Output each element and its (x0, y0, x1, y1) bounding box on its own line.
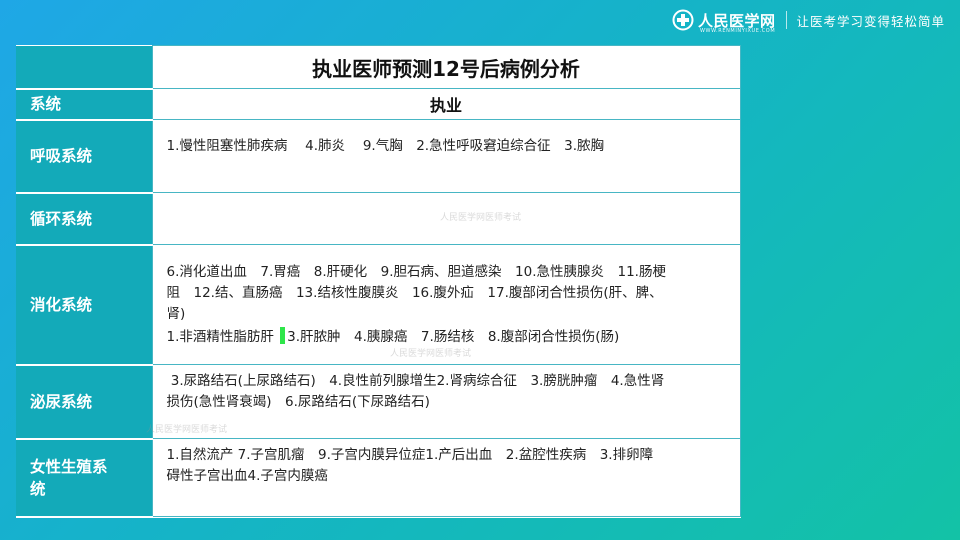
label-line: 女性生殖系 (30, 457, 108, 476)
brand-site: WWW.RENMINYIXUE.COM (700, 28, 776, 34)
table-title-row: 执业医师预测12号后病例分析 (16, 45, 741, 90)
content-line: 阻 12.结、直肠癌 13.结核性腹膜炎 16.腹外疝 17.腹部闭合性损伤(肝… (166, 284, 663, 301)
label-line: 统 (30, 479, 46, 498)
brand-header: 人民医学网 WWW.RENMINYIXUE.COM 让医考学习变得轻松简单 (672, 8, 946, 34)
content-line: 1.自然流产 7.子宫肌瘤 9.子宫内膜异位症1.产后出血 2.盆腔性疾病 3.… (166, 447, 654, 463)
brand-logo-icon (672, 9, 694, 31)
table-header-row: 系统 执业 (16, 88, 741, 121)
table-row: 呼吸系统 1.慢性阻塞性肺疾病 4.肺炎 9.气胸 2.急性呼吸窘迫综合征 3.… (16, 119, 741, 194)
content-line: 损伤(急性肾衰竭) 6.尿路结石(下尿路结石) (166, 394, 430, 410)
table-row: 消化系统 6.消化道出血 7.胃癌 8.肝硬化 9.胆石病、胆道感染 10.急性… (16, 244, 741, 366)
table-row: 女性生殖系 统 1.自然流产 7.子宫肌瘤 9.子宫内膜异位症1.产后出血 2.… (16, 438, 741, 518)
brand-divider (785, 11, 787, 29)
header-label: 系统 (16, 88, 152, 121)
title-left-blank (16, 45, 152, 90)
row-label-digestive: 消化系统 (16, 244, 152, 366)
row-label-respiratory: 呼吸系统 (16, 119, 152, 194)
content-line: 碍性子宫出血4.子宫内膜癌 (166, 468, 328, 484)
table-row: 泌尿系统 3.尿路结石(上尿路结石) 4.良性前列腺增生2.肾病综合征 3.膀胱… (16, 364, 741, 440)
row-label-circulatory: 循环系统 (16, 192, 152, 246)
table-title: 执业医师预测12号后病例分析 (151, 45, 741, 89)
content-line: 6.消化道出血 7.胃癌 8.肝硬化 9.胆石病、胆道感染 10.急性胰腺炎 1… (166, 263, 666, 280)
table-row: 循环系统 (16, 192, 741, 246)
case-analysis-table: 执业医师预测12号后病例分析 系统 执业 呼吸系统 1.慢性阻塞性肺疾病 4.肺… (16, 45, 741, 518)
row-label-urinary: 泌尿系统 (16, 364, 152, 440)
row-content-respiratory: 1.慢性阻塞性肺疾病 4.肺炎 9.气胸 2.急性呼吸窘迫综合征 3.脓胸 (151, 119, 741, 193)
row-content-urinary: 3.尿路结石(上尿路结石) 4.良性前列腺增生2.肾病综合征 3.膀胱肿瘤 4.… (151, 364, 741, 439)
content-line: 1.非酒精性脂肪肝 3.肝脓肿 4.胰腺癌 7.肠结核 8.腹部闭合性损伤(肠) (166, 326, 730, 348)
content-segment: 3.肝脓肿 4.胰腺癌 7.肠结核 8.腹部闭合性损伤(肠) (287, 328, 620, 345)
row-label-female-reproductive: 女性生殖系 统 (16, 438, 152, 518)
header-value: 执业 (151, 88, 741, 120)
content-line: 3.尿路结石(上尿路结石) 4.良性前列腺增生2.肾病综合征 3.膀胱肿瘤 4.… (166, 373, 665, 389)
brand-slogan: 让医考学习变得轻松简单 (796, 13, 946, 29)
content-line: 肾) (166, 305, 186, 322)
highlight-marker (280, 326, 286, 344)
content-line: 1.慢性阻塞性肺疾病 4.肺炎 9.气胸 2.急性呼吸窘迫综合征 3.脓胸 (166, 138, 604, 154)
content-segment: 1.非酒精性脂肪肝 (166, 328, 279, 345)
row-content-female-reproductive: 1.自然流产 7.子宫肌瘤 9.子宫内膜异位症1.产后出血 2.盆腔性疾病 3.… (151, 438, 741, 517)
watermark: 人民医学网医师考试 (390, 349, 472, 359)
watermark: 人民医学网医师考试 (146, 425, 228, 435)
watermark: 人民医学网医师考试 (440, 213, 522, 223)
